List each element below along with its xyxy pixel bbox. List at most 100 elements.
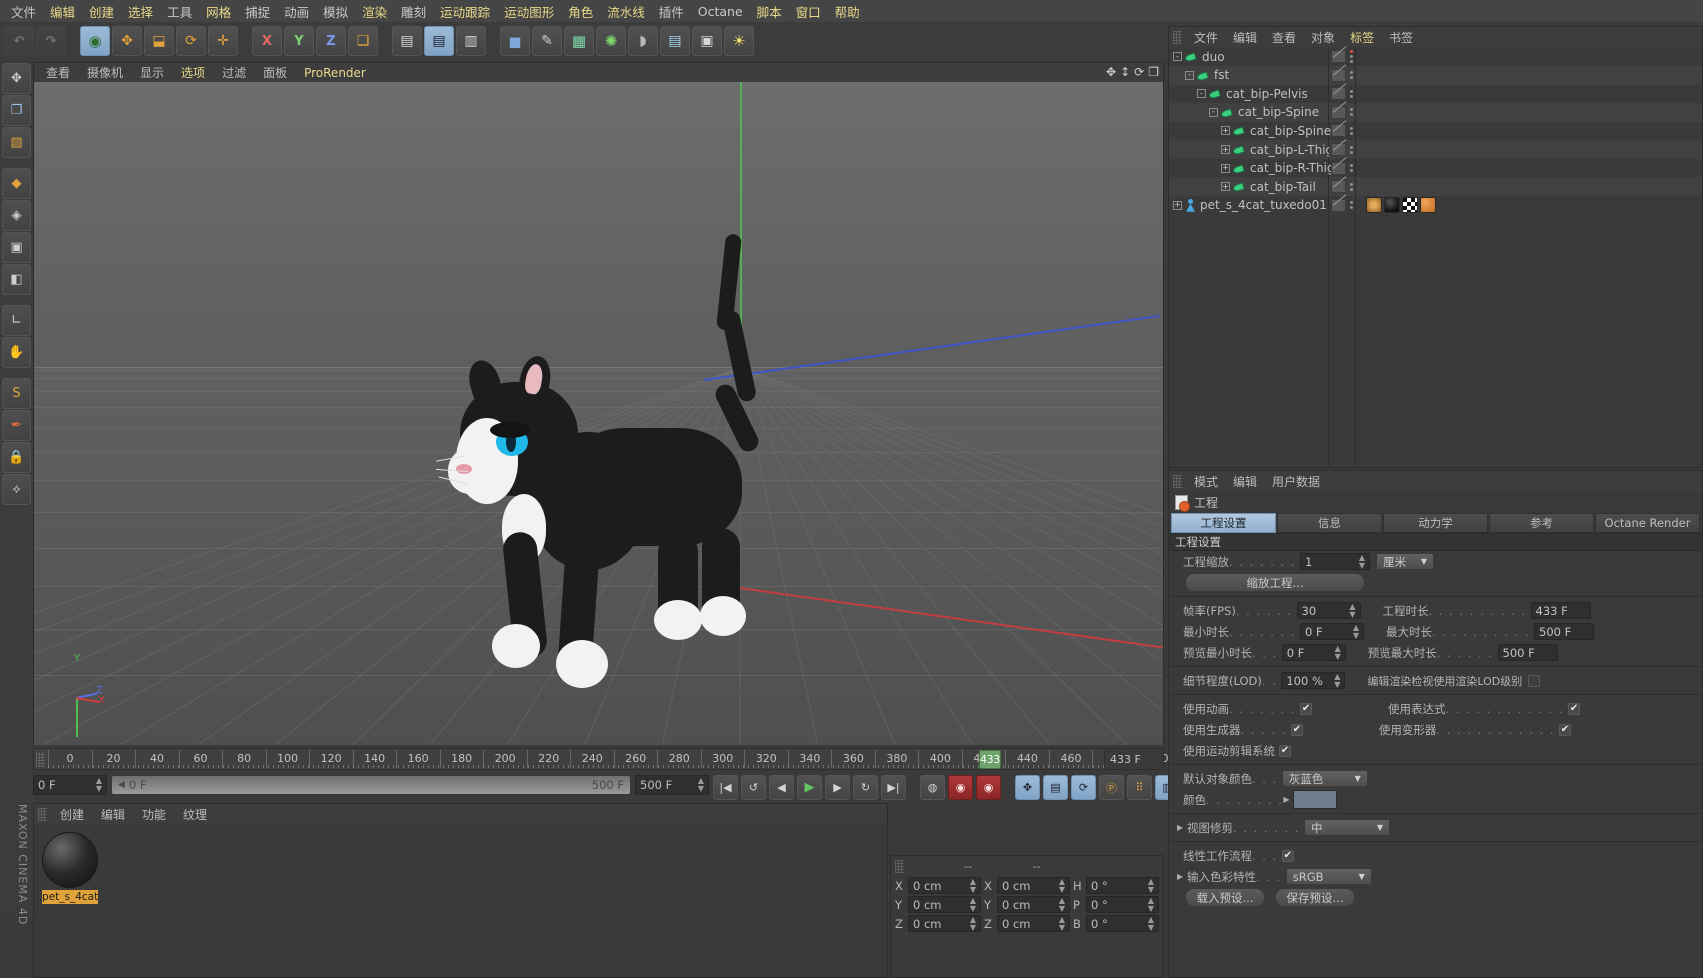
points-tag[interactable]	[1420, 197, 1436, 214]
visibility-dots-5[interactable]	[1350, 145, 1354, 154]
scale-tool-button[interactable]: ⬓	[144, 26, 174, 56]
object-menu-item-5[interactable]: 书签	[1382, 28, 1420, 47]
expand-arrow-icon-clip[interactable]: ▶	[1177, 823, 1187, 832]
spinner-icon-fps[interactable]: ▲ ▼	[1349, 602, 1355, 619]
material-menu-item-3[interactable]: 纹理	[175, 805, 215, 824]
coordinates-grip[interactable]	[895, 859, 904, 873]
visibility-dots-6[interactable]	[1350, 164, 1354, 173]
edges-mode-button[interactable]: ◧	[2, 264, 31, 295]
visibility-toggle-4[interactable]	[1330, 124, 1346, 138]
spinner-icon-lod[interactable]: ▲ ▼	[1334, 672, 1340, 689]
visibility-toggle-7[interactable]	[1330, 180, 1346, 194]
axis-z-button[interactable]: Z	[316, 26, 346, 56]
maximize-icon[interactable]: ❐	[1148, 65, 1159, 79]
coord-spinner-size-1[interactable]: ▲ ▼	[1059, 896, 1065, 913]
key-points-button[interactable]: ⠿	[1127, 775, 1152, 800]
expand-arrow-icon-input[interactable]: ▶	[1177, 872, 1187, 881]
polygon-pen-button[interactable]: ◈	[2, 200, 31, 231]
expander-icon-2[interactable]: -	[1197, 89, 1206, 99]
object-row-2[interactable]: - cat_bip-Pelvis	[1169, 84, 1328, 103]
axis-tool-button[interactable]: ✥	[2, 63, 31, 94]
expander-icon-5[interactable]: +	[1221, 145, 1230, 154]
rotate-icon[interactable]: ⟳	[1134, 65, 1144, 79]
menu-item-0[interactable]: 文件	[4, 0, 43, 23]
object-row-8[interactable]: + pet_s_4cat_tuxedo01	[1169, 196, 1328, 215]
menu-item-13[interactable]: 角色	[561, 0, 600, 23]
material-thumbnail[interactable]: pet_s_4cat	[42, 832, 98, 904]
object-row-5[interactable]: + cat_bip-L-Thigh	[1169, 140, 1341, 159]
expander-icon-1[interactable]: -	[1185, 70, 1194, 80]
material-menu-item-2[interactable]: 功能	[134, 805, 174, 824]
object-row-3[interactable]: - cat_bip-Spine	[1169, 102, 1328, 122]
scale-project-button[interactable]: 缩放工程...	[1185, 573, 1365, 592]
autokey-button[interactable]: ◍	[920, 775, 945, 800]
rotate-tool-button[interactable]: ⟳	[176, 26, 206, 56]
menu-item-5[interactable]: 网格	[199, 0, 238, 23]
timeline-playhead[interactable]: 433	[979, 750, 1002, 769]
key-param-button[interactable]: Ⓟ	[1099, 775, 1124, 800]
object-menu-item-2[interactable]: 查看	[1265, 28, 1303, 47]
attribute-tab-2[interactable]: 动力学	[1383, 513, 1488, 533]
linear-workflow-checkbox[interactable]: ✔	[1281, 849, 1294, 862]
object-menu-item-1[interactable]: 编辑	[1226, 28, 1264, 47]
timeline-grip[interactable]	[36, 752, 45, 767]
pan-icon[interactable]: ✥	[1106, 65, 1116, 79]
attribute-tab-1[interactable]: 信息	[1277, 513, 1382, 533]
material-manager-grip[interactable]	[38, 807, 47, 821]
coord-field-size-1[interactable]: 0 cm ▲ ▼	[997, 896, 1070, 913]
use-animation-checkbox[interactable]: ✔	[1300, 702, 1313, 715]
viewport-menu-item-6[interactable]: ProRender	[296, 65, 374, 81]
menu-item-18[interactable]: 窗口	[789, 0, 828, 23]
min-time-field[interactable]: 0 F ▲ ▼	[1300, 623, 1365, 640]
coord-spinner-rotation-0[interactable]: ▲ ▼	[1148, 877, 1154, 894]
points-mode-button[interactable]: ▣	[2, 232, 31, 263]
visibility-toggle-5[interactable]	[1330, 143, 1346, 156]
expander-icon-8[interactable]: +	[1173, 200, 1182, 210]
measure-button[interactable]: ∟	[2, 305, 31, 336]
smooth-tool-button[interactable]: S	[2, 378, 31, 409]
menu-item-10[interactable]: 雕刻	[394, 0, 433, 23]
coord-field-rotation-0[interactable]: 0 ° ▲ ▼	[1086, 877, 1159, 894]
visibility-dots-1[interactable]	[1350, 71, 1354, 80]
visibility-toggle-6[interactable]	[1330, 161, 1346, 175]
step-forward-button[interactable]: ▶	[825, 775, 850, 800]
menu-item-4[interactable]: 工具	[160, 0, 199, 23]
attribute-tab-4[interactable]: Octane Render	[1595, 513, 1700, 533]
coord-field-position-0[interactable]: 0 cm ▲ ▼	[908, 877, 981, 894]
menu-item-16[interactable]: Octane	[691, 2, 750, 21]
material-tag[interactable]	[1384, 197, 1400, 214]
move-tool-button[interactable]: ✥	[112, 26, 142, 56]
object-row-0[interactable]: - duo	[1169, 47, 1328, 66]
object-menu-item-4[interactable]: 标签	[1343, 28, 1381, 47]
prev-key-button[interactable]: ↺	[741, 775, 766, 800]
brush-tool-button[interactable]: ✒	[2, 410, 31, 441]
object-row-6[interactable]: + cat_bip-R-Thigh	[1169, 159, 1342, 178]
expand-arrow-icon-color[interactable]: ▶	[1283, 795, 1293, 804]
grab-tool-button[interactable]: ✋	[2, 337, 31, 368]
coord-field-size-0[interactable]: 0 cm ▲ ▼	[997, 877, 1070, 894]
mograph-button[interactable]: ✺	[596, 26, 626, 56]
zoom-icon[interactable]: ↕	[1120, 65, 1130, 79]
color-swatch[interactable]	[1293, 790, 1338, 809]
knife-button[interactable]: ⟡	[2, 474, 31, 505]
viewport-canvas[interactable]: Y Z X	[34, 82, 1163, 745]
spinner-icon[interactable]: ▲ ▼	[96, 777, 102, 793]
visibility-toggle-8[interactable]	[1330, 198, 1346, 212]
coord-field-rotation-1[interactable]: 0 ° ▲ ▼	[1086, 896, 1159, 913]
menu-item-3[interactable]: 选择	[121, 0, 160, 23]
key-scale-button[interactable]: ▤	[1043, 775, 1068, 800]
use-deformers-checkbox[interactable]: ✔	[1558, 723, 1571, 736]
lock-button[interactable]: 🔒	[2, 442, 31, 473]
max-time-field[interactable]: 500 F	[1534, 623, 1594, 640]
coord-spinner-size-0[interactable]: ▲ ▼	[1059, 877, 1065, 894]
coord-field-rotation-2[interactable]: 0 ° ▲ ▼	[1086, 915, 1159, 932]
material-menu-item-0[interactable]: 创建	[52, 805, 92, 824]
material-menu-item-1[interactable]: 编辑	[93, 805, 133, 824]
expander-icon-6[interactable]: +	[1221, 163, 1230, 173]
object-row-7[interactable]: + cat_bip-Tail	[1169, 177, 1328, 197]
attribute-menu-item-0[interactable]: 模式	[1187, 472, 1225, 491]
spinner-icon-scale[interactable]: ▲ ▼	[1359, 553, 1365, 570]
object-menu-item-0[interactable]: 文件	[1187, 28, 1225, 47]
load-preset-button[interactable]: 载入预设...	[1185, 888, 1265, 907]
coord-spinner-rotation-1[interactable]: ▲ ▼	[1148, 896, 1154, 913]
